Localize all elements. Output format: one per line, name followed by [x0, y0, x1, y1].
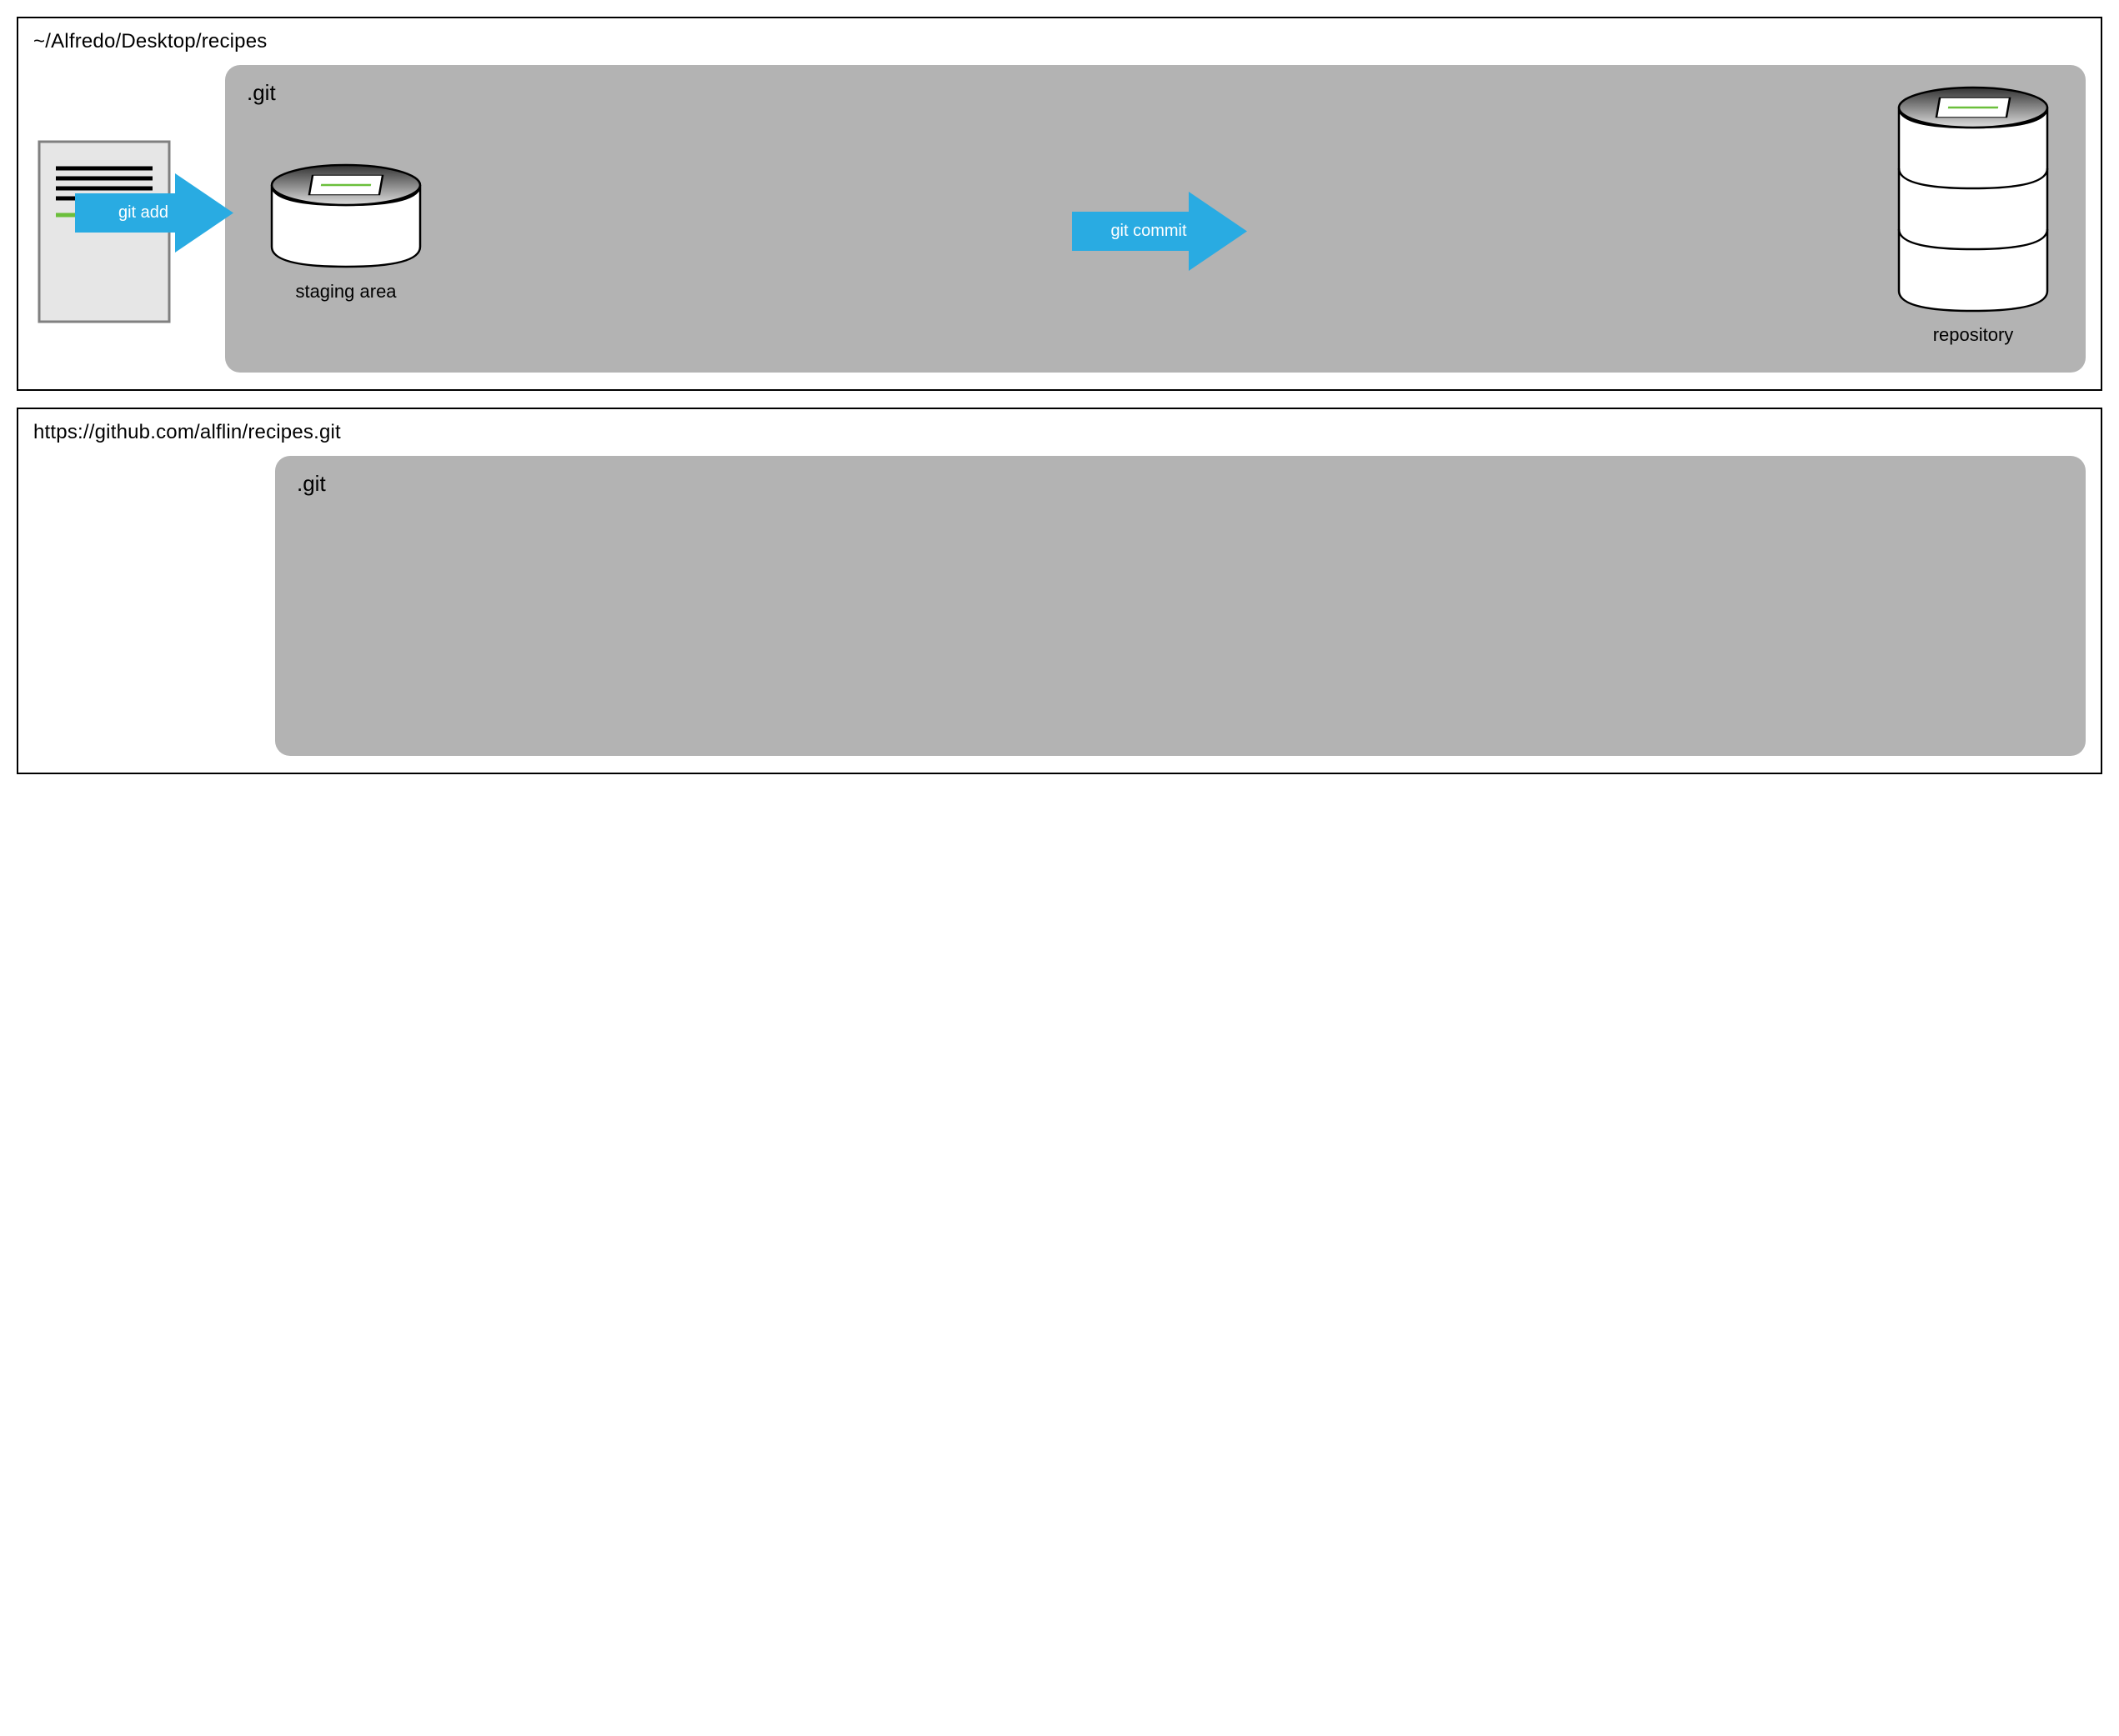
git-add-label: git add: [118, 203, 190, 223]
git-area-local: .git git add: [225, 65, 2086, 373]
staging-cylinder-icon: [267, 160, 425, 273]
repository-caption: repository: [1933, 324, 2014, 346]
git-commit-label: git commit: [1110, 222, 1208, 241]
staging-caption: staging area: [295, 281, 396, 303]
remote-repo-panel: https://github.com/alflin/recipes.git .g…: [17, 408, 2102, 774]
git-folder-label-remote: .git: [297, 471, 2069, 497]
git-folder-label: .git: [247, 80, 2069, 106]
git-area-content: staging area git commit: [242, 106, 2069, 356]
staging-area: staging area: [267, 160, 425, 303]
local-row: .git git add: [33, 65, 2086, 373]
local-path-title: ~/Alfredo/Desktop/recipes: [33, 30, 2086, 53]
git-commit-arrow: git commit: [1072, 192, 1247, 271]
remote-url-title: https://github.com/alflin/recipes.git: [33, 421, 2086, 444]
repository: repository: [1894, 116, 2052, 346]
git-area-remote: .git: [275, 456, 2086, 756]
git-add-arrow: git add: [75, 173, 233, 253]
repository-cylinder-icon: [1894, 83, 2052, 316]
local-repo-panel: ~/Alfredo/Desktop/recipes .git git add: [17, 17, 2102, 391]
